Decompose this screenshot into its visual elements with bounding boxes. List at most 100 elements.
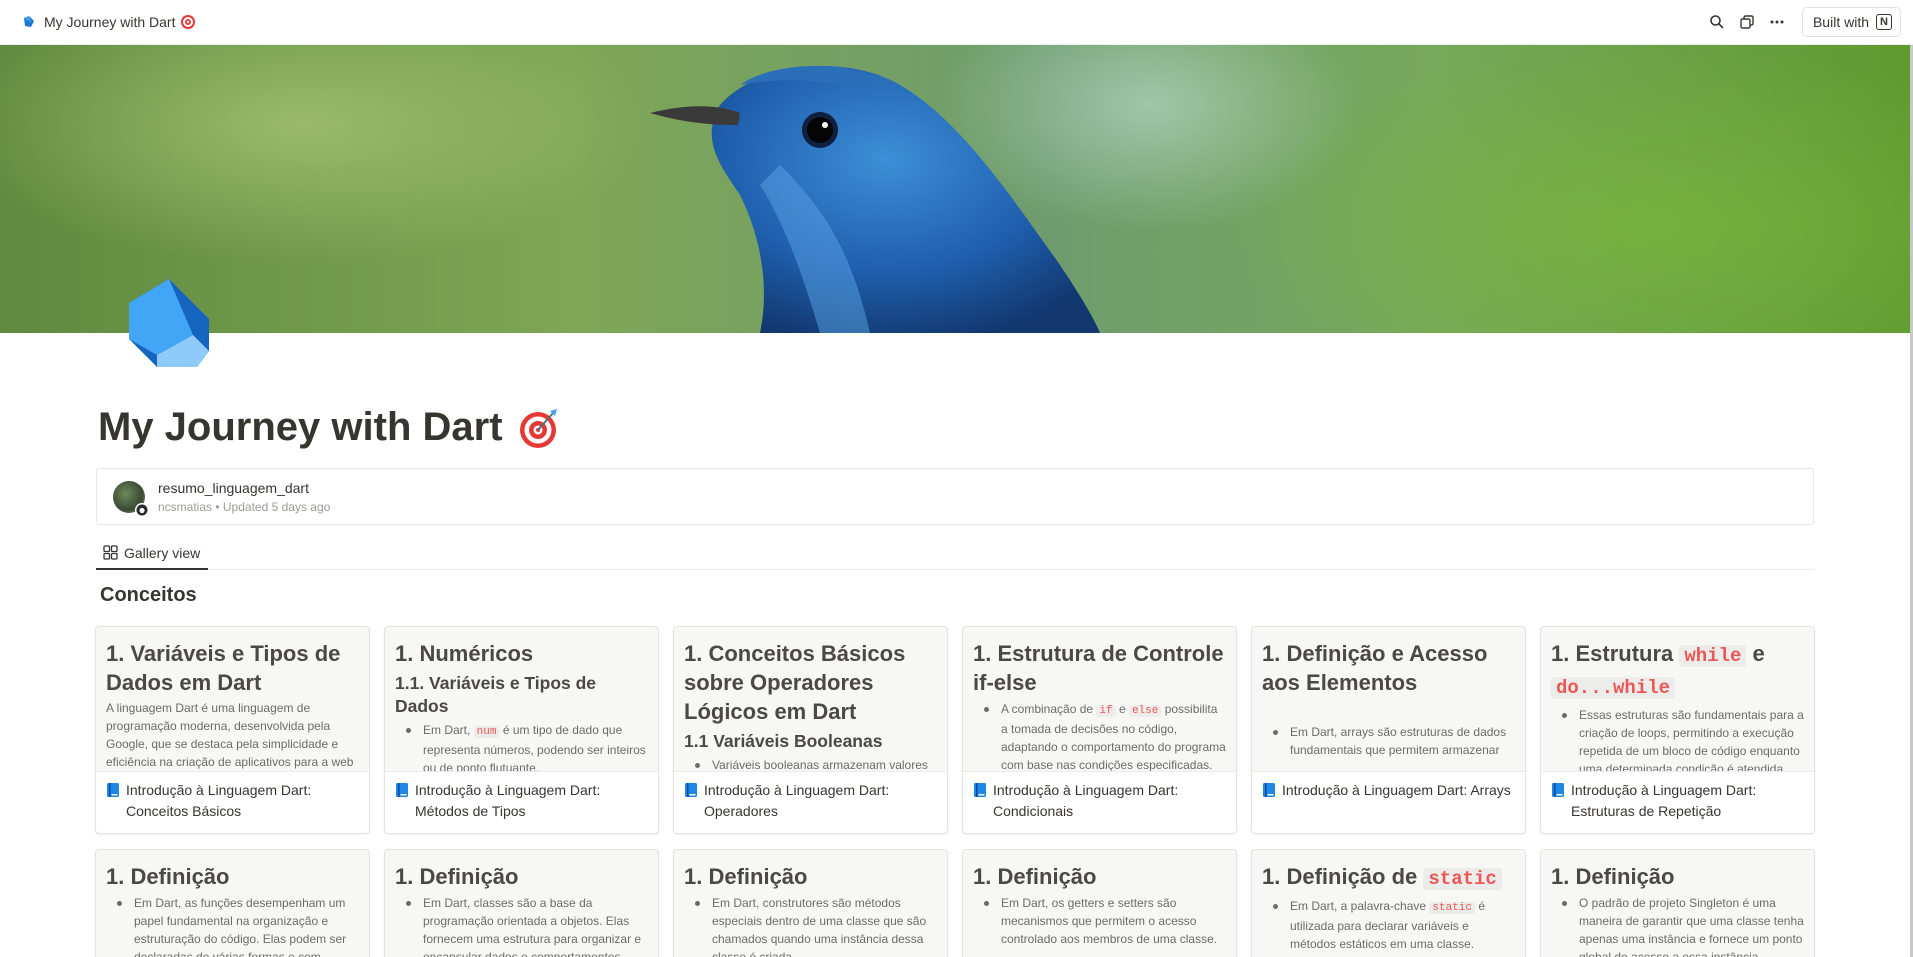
gallery-card[interactable]: 1. Numéricos 1.1. Variáveis e Tipos de D… — [384, 626, 659, 834]
gallery-grid-icon — [103, 545, 118, 560]
gallery-card[interactable]: 1. Variáveis e Tipos de Dados em Dart A … — [95, 626, 370, 834]
more-button[interactable] — [1762, 8, 1792, 36]
repo-name: resumo_linguagem_dart — [158, 479, 309, 496]
view-tabs: Gallery view — [96, 537, 1814, 570]
card-preview: 1. Definição Em Dart, classes são a base… — [385, 850, 658, 957]
target-emoji-icon — [181, 15, 196, 29]
card-title: Introdução à Linguagem Dart: Condicionai… — [993, 782, 1179, 819]
text: e — [1115, 702, 1129, 716]
built-with-label: Built with — [1812, 14, 1869, 30]
inline-code: num — [473, 726, 500, 738]
preview-heading: 1. Definição — [684, 864, 808, 889]
preview-list-item: Em Dart, a palavra-chave static é utiliz… — [1262, 897, 1515, 953]
search-icon — [1710, 15, 1724, 29]
book-icon — [1263, 783, 1275, 797]
card-preview: 1. Definição e Acesso aos Elementos Em D… — [1252, 627, 1525, 772]
card-preview: 1. Definição Em Dart, construtores são m… — [674, 850, 947, 957]
preview-list-item: Variáveis booleanas armazenam valores — [684, 756, 937, 771]
preview-list-item: Em Dart, as funções desempenham um papel… — [106, 894, 359, 957]
source-repo-card[interactable]: resumo_linguagem_dart ncsmatias • Update… — [96, 468, 1814, 525]
book-icon — [107, 783, 119, 797]
target-emoji-icon — [519, 408, 557, 448]
duplicate-icon — [1740, 15, 1754, 29]
search-button[interactable] — [1702, 8, 1732, 36]
preview-list-item: Em Dart, arrays são estruturas de dados … — [1262, 723, 1515, 759]
book-icon — [685, 783, 697, 797]
preview-heading: 1. Conceitos Básicos sobre Operadores Ló… — [684, 641, 906, 724]
preview-list-item: A combinação de if e else possibilita a … — [973, 700, 1226, 771]
text: Em Dart, — [423, 723, 474, 737]
dart-logo-icon — [129, 279, 209, 367]
card-title: Introdução à Linguagem Dart: Estruturas … — [1571, 782, 1757, 819]
gallery-card[interactable]: 1. Definição Em Dart, classes são a base… — [384, 849, 659, 957]
github-icon — [135, 502, 149, 517]
preview-subheading: 1.1. Variáveis e Tipos de Dados — [395, 673, 597, 716]
gallery-card[interactable]: 1. Definição e Acesso aos Elementos Em D… — [1251, 626, 1526, 834]
gallery-card[interactable]: 1. Estrutura while e do...while Essas es… — [1540, 626, 1815, 834]
text: A combinação de — [1001, 702, 1097, 716]
book-icon — [396, 783, 408, 797]
card-preview: 1. Definição O padrão de projeto Singlet… — [1541, 850, 1814, 957]
preview-subheading: 1.1 Variáveis Booleanas — [684, 731, 883, 751]
card-title: Introdução à Linguagem Dart: Conceitos B… — [126, 782, 312, 819]
breadcrumb-page-title[interactable]: My Journey with Dart — [44, 14, 175, 30]
inline-code: if — [1096, 705, 1116, 717]
preview-heading: 1. Definição e Acesso aos Elementos — [1262, 641, 1488, 695]
text: 1. Estrutura — [1551, 641, 1680, 666]
gallery-card[interactable]: 1. Definição O padrão de projeto Singlet… — [1540, 849, 1815, 957]
tab-label: Gallery view — [124, 544, 201, 561]
top-bar: My Journey with Dart Built with N — [0, 0, 1913, 45]
inline-code: while — [1679, 645, 1747, 667]
built-with-notion-button[interactable]: Built with N — [1801, 7, 1901, 37]
gallery-card[interactable]: 1. Definição Em Dart, construtores são m… — [673, 849, 948, 957]
book-icon — [1552, 783, 1564, 797]
text: Em Dart, a palavra-chave — [1290, 899, 1430, 913]
preview-heading: 1. Definição — [106, 864, 230, 889]
card-preview: 1. Conceitos Básicos sobre Operadores Ló… — [674, 627, 947, 772]
page-title: My Journey with Dart — [98, 405, 503, 449]
gallery-card[interactable]: 1. Conceitos Básicos sobre Operadores Ló… — [673, 626, 948, 834]
preview-heading: 1. Estrutura de Controle if-else — [973, 641, 1224, 695]
gallery-card[interactable]: 1. Estrutura de Controle if-else A combi… — [962, 626, 1237, 834]
repo-meta: ncsmatias • Updated 5 days ago — [158, 499, 331, 514]
book-icon — [974, 783, 986, 797]
card-preview: 1. Variáveis e Tipos de Dados em Dart A … — [96, 627, 369, 772]
card-preview: 1. Numéricos 1.1. Variáveis e Tipos de D… — [385, 627, 658, 772]
text: e — [1746, 641, 1765, 666]
card-preview: 1. Definição de static Em Dart, a palavr… — [1252, 850, 1525, 957]
preview-heading: 1. Definição de static — [1262, 862, 1515, 894]
text: 1. Definição de — [1262, 864, 1424, 889]
tab-gallery-view[interactable]: Gallery view — [96, 537, 209, 570]
preview-list-item: Em Dart, construtores são métodos especi… — [684, 894, 937, 957]
cover-image — [0, 45, 1910, 333]
page-header: My Journey with Dart — [98, 405, 559, 450]
more-icon — [1770, 20, 1784, 24]
preview-list-item: Essas estruturas são fundamentais para a… — [1551, 706, 1804, 771]
gallery-card[interactable]: 1. Definição de static Em Dart, a palavr… — [1251, 849, 1526, 957]
avatar — [113, 480, 149, 517]
notion-logo-icon: N — [1876, 14, 1892, 30]
card-preview: 1. Definição Em Dart, os getters e sette… — [963, 850, 1236, 957]
preview-list-item: Em Dart, os getters e setters são mecani… — [973, 894, 1226, 948]
blue-bird-image — [650, 65, 1100, 333]
preview-heading: 1. Definição — [395, 864, 519, 889]
preview-heading: 1. Numéricos — [395, 641, 534, 666]
preview-list-item: O padrão de projeto Singleton é uma mane… — [1551, 894, 1804, 957]
preview-heading: 1. Definição — [1551, 864, 1675, 889]
preview-paragraph: A linguagem Dart é uma linguagem de prog… — [106, 701, 354, 769]
card-preview: 1. Estrutura de Controle if-else A combi… — [963, 627, 1236, 772]
gallery-card[interactable]: 1. Definição Em Dart, os getters e sette… — [962, 849, 1237, 957]
preview-list-item: Em Dart, num é um tipo de dado que repre… — [395, 721, 648, 771]
gallery-card[interactable]: 1. Definição Em Dart, as funções desempe… — [95, 849, 370, 957]
card-title: Introdução à Linguagem Dart: Arrays — [1282, 782, 1511, 798]
preview-list-item: Em Dart, classes são a base da programaç… — [395, 894, 648, 957]
inline-code: static — [1429, 902, 1475, 914]
dart-logo-icon — [24, 16, 34, 27]
inline-code: do...while — [1551, 677, 1676, 699]
preview-heading: 1. Definição — [973, 864, 1097, 889]
card-title: Introdução à Linguagem Dart: Operadores — [704, 782, 890, 819]
duplicate-button[interactable] — [1732, 8, 1762, 36]
card-preview: 1. Definição Em Dart, as funções desempe… — [96, 850, 369, 957]
preview-heading: 1. Estrutura while e do...while — [1551, 639, 1804, 703]
card-title: Introdução à Linguagem Dart: Métodos de … — [415, 782, 601, 819]
